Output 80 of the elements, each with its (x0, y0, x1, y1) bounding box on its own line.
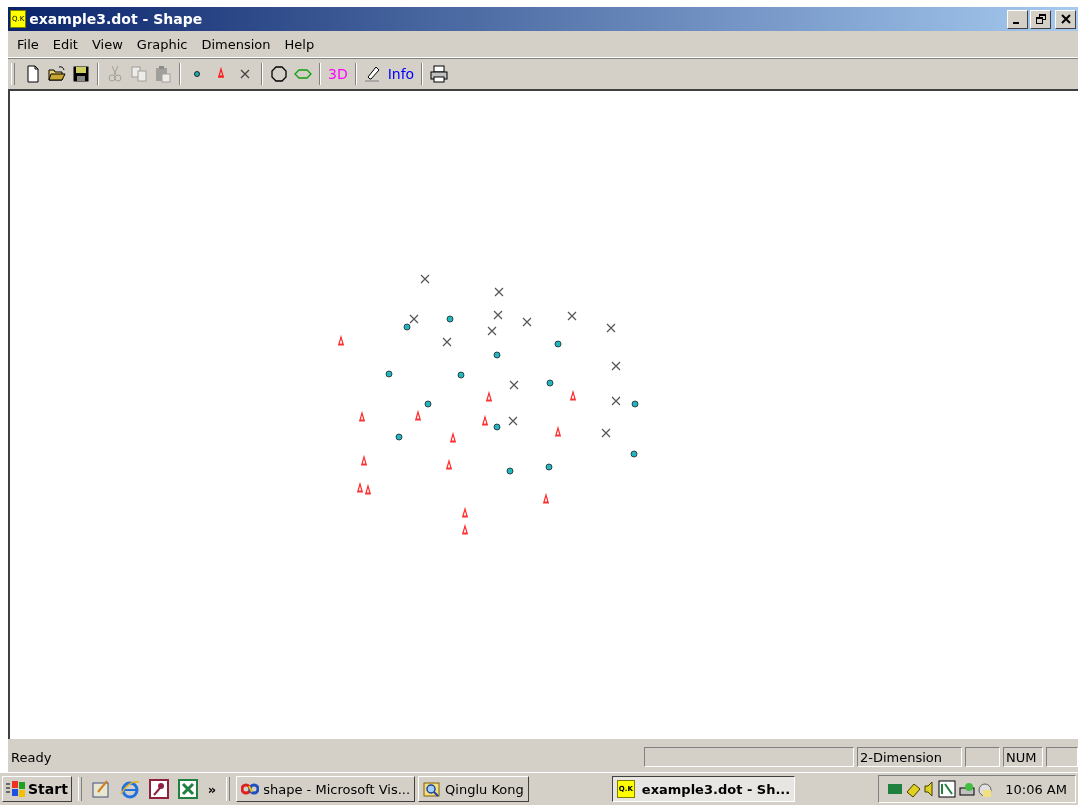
cone-marker (449, 433, 457, 443)
close-button[interactable] (1055, 9, 1076, 29)
print-icon (430, 65, 449, 83)
cross-marker (493, 310, 503, 320)
menu-item[interactable]: Dimension (194, 36, 278, 52)
cross-marker (409, 314, 419, 324)
spreadsheet-icon[interactable] (177, 779, 198, 799)
cross-marker (606, 323, 616, 333)
menu-item[interactable]: View (84, 36, 130, 52)
cone-marker (461, 525, 469, 535)
cone-marker (542, 494, 550, 504)
restore-button[interactable] (1030, 9, 1051, 29)
status-pane: NUM (1003, 747, 1043, 767)
minimize-icon (1013, 22, 1019, 24)
cross-marker (522, 317, 532, 327)
eraser-icon (363, 65, 382, 83)
cone-marker (554, 427, 562, 437)
window-title: example3.dot - Shape (29, 11, 204, 27)
taskbar-button[interactable]: shape - Microsoft Vis... (236, 776, 416, 802)
cone-marker (461, 508, 469, 518)
notepad-icon[interactable] (90, 779, 111, 799)
restore-icon (1035, 14, 1046, 24)
windows-flag-icon (6, 780, 26, 798)
dot-marker (631, 400, 639, 408)
dot-marker (395, 433, 403, 441)
cross-marker (494, 287, 504, 297)
menu-item[interactable]: Edit (45, 36, 85, 52)
cone-marker (485, 392, 493, 402)
menu-item[interactable]: Help (277, 36, 322, 52)
cone-marker (337, 336, 345, 346)
text-tool-button[interactable]: Info (384, 62, 418, 86)
cross-marker (567, 311, 577, 321)
dot-marker (545, 463, 553, 471)
menu-item[interactable]: File (10, 36, 46, 52)
cross-marker (601, 428, 611, 438)
status-pane: 2-Dimension (857, 747, 962, 767)
minimize-button[interactable] (1007, 9, 1028, 29)
dot-marker (493, 351, 501, 359)
cross-marker (509, 380, 519, 390)
dot-marker (446, 315, 454, 323)
clock-time: 10:06 AM (1005, 781, 1067, 797)
cone-marker (569, 391, 577, 401)
dot-marker (630, 450, 638, 458)
cross-marker (508, 416, 518, 426)
dot-marker (385, 370, 393, 378)
dot-marker (424, 400, 432, 408)
cross-marker (420, 274, 430, 284)
taskbar-button[interactable]: Qinglu Kong (418, 776, 529, 802)
cone-marker (481, 416, 489, 426)
start-button[interactable]: Start (2, 776, 72, 802)
dot-marker (457, 371, 465, 379)
browser-icon[interactable] (119, 779, 140, 799)
dot-marker (403, 323, 411, 331)
more-chevron[interactable]: » (203, 781, 221, 797)
status-pane (1046, 747, 1078, 767)
new-icon (24, 65, 42, 83)
cone-marker (358, 412, 366, 422)
close-icon (1060, 14, 1071, 24)
save-icon (72, 65, 90, 83)
cross-marker (487, 326, 497, 336)
key-icon[interactable] (148, 779, 169, 799)
dot-marker (554, 340, 562, 348)
cone-marker (414, 411, 422, 421)
dot-marker (493, 423, 501, 431)
dot-marker (506, 467, 514, 475)
cone-marker (445, 460, 453, 470)
status-text: Ready (10, 749, 53, 767)
search-icon (423, 781, 442, 797)
cut-icon (106, 65, 124, 83)
paste-icon (154, 65, 172, 83)
cross-marker (442, 337, 452, 347)
cross-marker (611, 396, 621, 406)
cone-marker (360, 456, 368, 466)
menu-item[interactable]: Graphic (129, 36, 195, 52)
infinity-icon (241, 781, 260, 797)
cross-marker (611, 361, 621, 371)
copy-icon (130, 65, 148, 83)
open-icon (48, 65, 66, 83)
status-pane (965, 747, 1000, 767)
dot-marker (546, 379, 554, 387)
